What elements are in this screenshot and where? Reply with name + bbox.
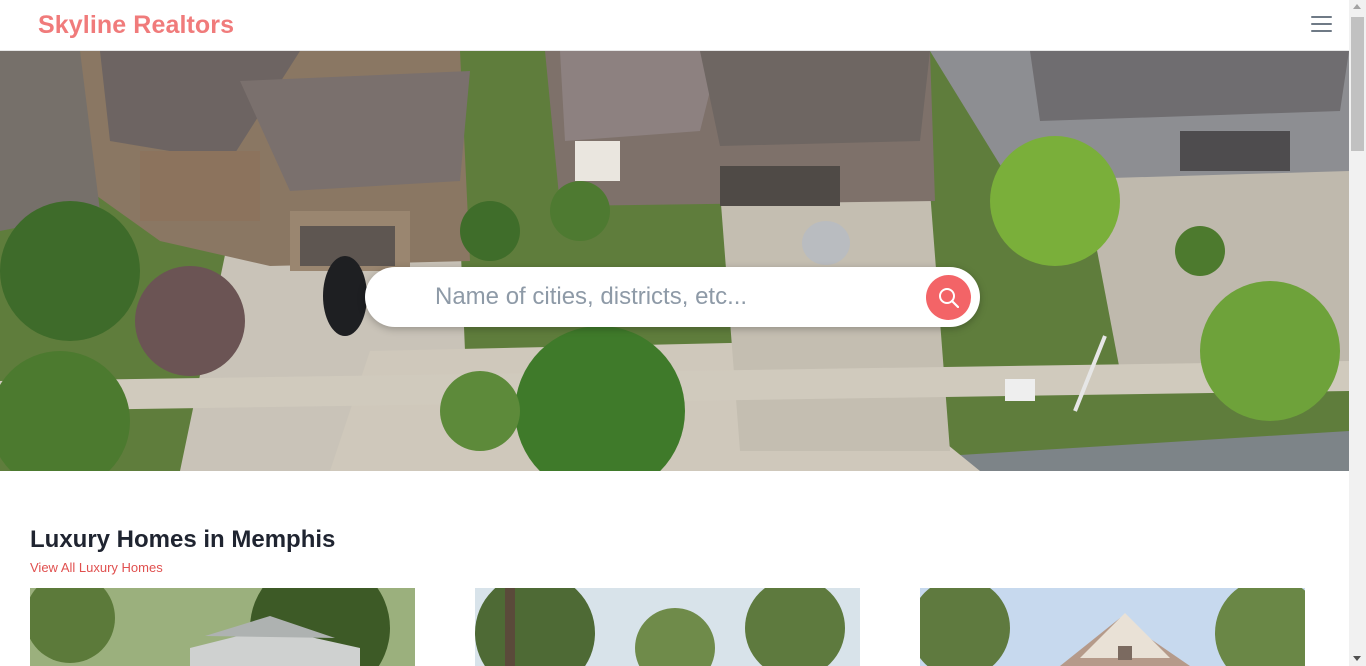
hero-banner xyxy=(0,51,1349,471)
listing-card-3[interactable] xyxy=(920,588,1305,666)
listing-photo xyxy=(920,588,1305,666)
hamburger-menu-icon[interactable] xyxy=(1311,16,1332,34)
listing-card-1[interactable] xyxy=(30,588,415,666)
listing-card-2[interactable] xyxy=(475,588,860,666)
listing-photo xyxy=(30,588,415,666)
section-title: Luxury Homes in Memphis xyxy=(30,526,336,553)
location-search-input[interactable] xyxy=(435,279,905,315)
search-icon xyxy=(939,288,959,308)
hero-aerial-photo xyxy=(0,51,1349,471)
brand-logo-text[interactable]: Skyline Realtors xyxy=(38,11,234,40)
hero-search-box xyxy=(365,267,980,327)
scrollbar-thumb[interactable] xyxy=(1351,17,1364,151)
view-all-luxury-homes-link[interactable]: View All Luxury Homes xyxy=(30,560,163,575)
search-button[interactable] xyxy=(926,275,971,320)
vertical-scrollbar[interactable] xyxy=(1349,0,1366,666)
scroll-down-arrow-icon[interactable] xyxy=(1353,656,1361,661)
site-header: Skyline Realtors xyxy=(0,0,1349,51)
listing-photo xyxy=(475,588,860,666)
scroll-up-arrow-icon[interactable] xyxy=(1353,4,1361,9)
